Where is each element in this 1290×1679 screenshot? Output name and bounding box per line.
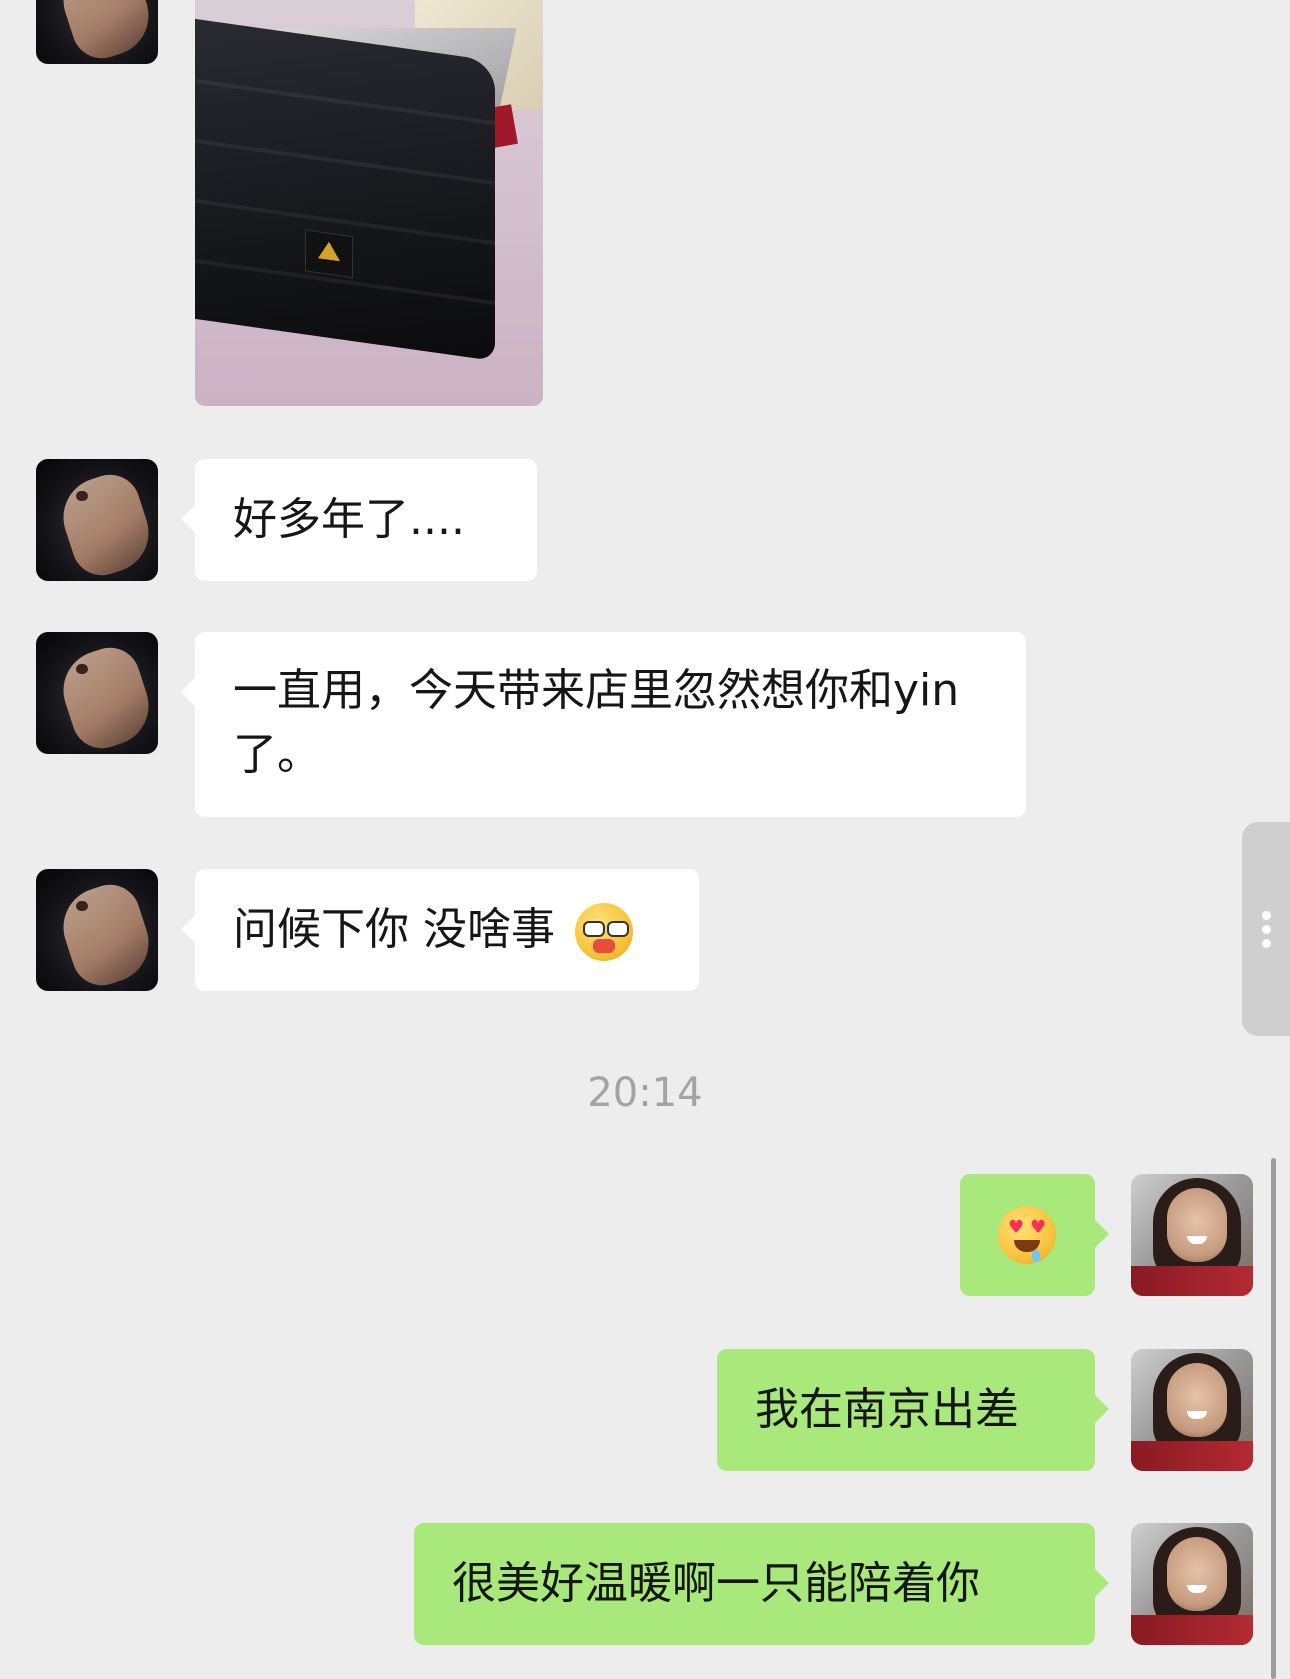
heart-eyes-drool-icon: ♥ ♥ (998, 1206, 1056, 1264)
contact-avatar[interactable] (36, 459, 158, 581)
message-bubble-outgoing[interactable]: 我在南京出差 (717, 1349, 1109, 1471)
message-bubble-incoming[interactable]: 一直用，今天带来店里忽然想你和yin了。 (181, 632, 1026, 817)
message-text: 好多年了.... (233, 494, 465, 545)
more-options-handle[interactable] (1242, 822, 1290, 1036)
message-bubble-incoming[interactable]: 问候下你 没啥事 (181, 869, 699, 991)
scrollbar[interactable] (1271, 1158, 1276, 1679)
my-avatar[interactable] (1131, 1174, 1253, 1296)
message-text: 我在南京出差 (755, 1384, 1019, 1435)
contact-avatar[interactable] (36, 0, 158, 64)
message-bubble-outgoing[interactable]: ♥ ♥ (960, 1174, 1109, 1296)
avatar-hand (53, 0, 158, 64)
message-text: 问候下你 没啥事 (233, 904, 555, 955)
message-text: 一直用，今天带来店里忽然想你和yin了。 (233, 665, 960, 780)
photo-bag (195, 18, 495, 362)
message-bubble-incoming[interactable]: 好多年了.... (181, 459, 537, 581)
message-timestamp: 20:14 (587, 1070, 703, 1116)
my-avatar[interactable] (1131, 1349, 1253, 1471)
my-avatar[interactable] (1131, 1523, 1253, 1645)
face-with-glasses-eating-icon (575, 903, 633, 961)
message-text: 很美好温暖啊一只能陪着你 (452, 1558, 980, 1609)
bag-logo-label (305, 229, 353, 279)
contact-avatar[interactable] (36, 632, 158, 754)
contact-avatar[interactable] (36, 869, 158, 991)
message-bubble-outgoing[interactable]: 很美好温暖啊一只能陪着你 (414, 1523, 1109, 1645)
image-message[interactable] (195, 0, 543, 406)
vertical-dots-icon (1262, 911, 1271, 920)
